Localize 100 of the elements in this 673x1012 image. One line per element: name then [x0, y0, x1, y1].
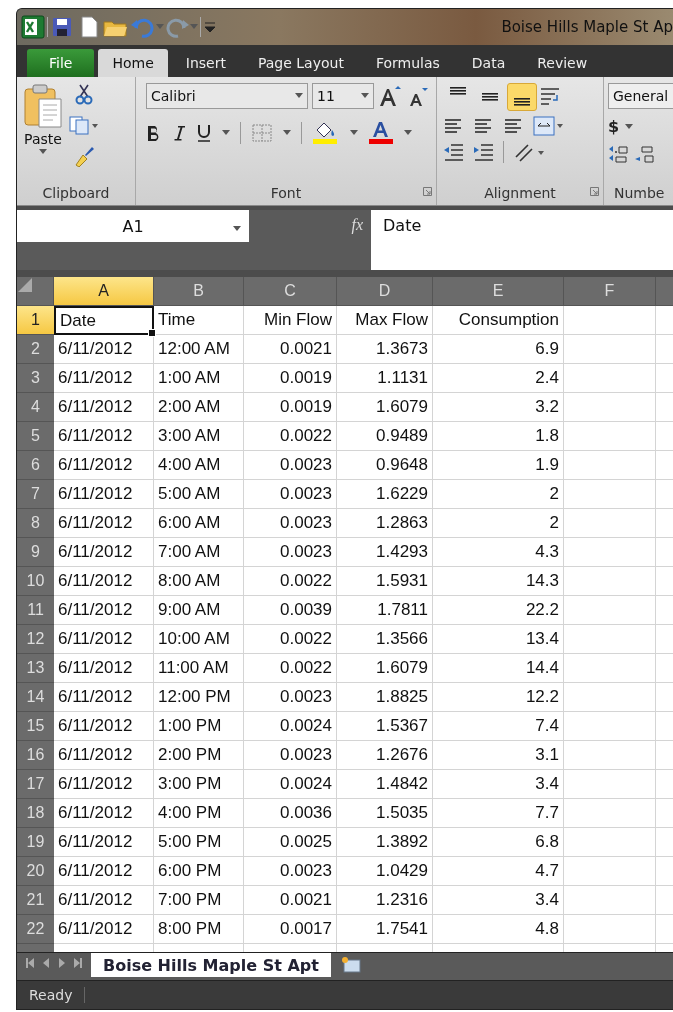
empty-cell[interactable]	[564, 712, 656, 741]
table-cell[interactable]: 5:00 AM	[154, 480, 244, 509]
brush-icon[interactable]	[73, 145, 95, 167]
caret-icon[interactable]	[39, 149, 47, 155]
caret-icon[interactable]	[222, 130, 230, 136]
insert-function-button[interactable]: fx	[351, 216, 363, 234]
table-cell[interactable]: 6/11/2012	[54, 538, 154, 567]
table-cell[interactable]: 4.7	[433, 857, 564, 886]
first-sheet-icon[interactable]	[25, 957, 35, 969]
scissors-icon[interactable]	[74, 83, 94, 105]
table-cell[interactable]: 6/11/2012	[54, 683, 154, 712]
row-header[interactable]: 4	[17, 393, 54, 422]
table-cell[interactable]: 6/11/2012	[54, 712, 154, 741]
underline-icon[interactable]	[196, 123, 212, 143]
empty-cell[interactable]	[564, 770, 656, 799]
table-cell[interactable]: 0.0023	[244, 538, 337, 567]
row-header[interactable]: 10	[17, 567, 54, 596]
table-cell[interactable]: 6:00 AM	[154, 509, 244, 538]
column-header[interactable]	[656, 277, 673, 306]
table-cell[interactable]: 0.0023	[244, 509, 337, 538]
app-logo-icon[interactable]	[21, 15, 45, 39]
table-cell[interactable]: 0.0022	[244, 567, 337, 596]
empty-cell[interactable]	[564, 625, 656, 654]
table-cell[interactable]: 1.0429	[337, 857, 433, 886]
align-center-icon[interactable]	[473, 117, 493, 135]
table-cell[interactable]: 6/11/2012	[54, 799, 154, 828]
font-size-field[interactable]: 11	[312, 83, 374, 109]
dropdown-caret-icon[interactable]	[156, 24, 164, 30]
table-cell[interactable]: 0.0023	[244, 480, 337, 509]
empty-cell[interactable]	[564, 451, 656, 480]
table-cell[interactable]: 14.4	[433, 654, 564, 683]
row-header[interactable]: 6	[17, 451, 54, 480]
ribbon-tab[interactable]: Formulas	[361, 49, 454, 77]
font-color-icon[interactable]	[368, 121, 394, 145]
ribbon-tab[interactable]: File	[27, 49, 95, 77]
table-cell[interactable]: 6/11/2012	[54, 567, 154, 596]
table-cell[interactable]: 8:00 PM	[154, 915, 244, 944]
table-cell[interactable]: 6/11/2012	[54, 451, 154, 480]
table-cell[interactable]: 4.3	[433, 538, 564, 567]
empty-cell[interactable]	[564, 654, 656, 683]
table-cell[interactable]: 0.0025	[244, 828, 337, 857]
table-cell[interactable]: 0.9648	[337, 451, 433, 480]
align-button[interactable]	[507, 83, 537, 111]
table-cell[interactable]: 0.9489	[337, 422, 433, 451]
empty-cell[interactable]	[564, 509, 656, 538]
row-header[interactable]: 2	[17, 335, 54, 364]
table-cell[interactable]: 1:00 AM	[154, 364, 244, 393]
ribbon-tab[interactable]: Data	[457, 49, 520, 77]
table-cell[interactable]: 1.5367	[337, 712, 433, 741]
table-cell[interactable]: 1.2316	[337, 886, 433, 915]
table-cell[interactable]: 2:00 PM	[154, 741, 244, 770]
table-cell[interactable]: 1.3566	[337, 625, 433, 654]
table-cell[interactable]: 2	[433, 480, 564, 509]
table-cell[interactable]: 0.0024	[244, 770, 337, 799]
table-cell[interactable]: 7:00 PM	[154, 886, 244, 915]
table-cell[interactable]: 2:00 AM	[154, 393, 244, 422]
table-cell[interactable]: 0.0036	[244, 799, 337, 828]
row-header[interactable]: 3	[17, 364, 54, 393]
table-cell[interactable]: 3.1	[433, 741, 564, 770]
empty-cell[interactable]	[564, 538, 656, 567]
empty-cell[interactable]	[564, 335, 656, 364]
table-cell[interactable]: 6:00 PM	[154, 857, 244, 886]
empty-cell[interactable]	[564, 596, 656, 625]
table-cell[interactable]: 9:00 AM	[154, 596, 244, 625]
row-header[interactable]: 22	[17, 915, 54, 944]
paste-button[interactable]: Paste	[23, 83, 63, 181]
ribbon-tab[interactable]: Page Layout	[243, 49, 358, 77]
table-cell[interactable]: 1.6079	[337, 393, 433, 422]
column-header[interactable]: A	[54, 277, 154, 306]
increase-indent-icon[interactable]	[473, 142, 495, 162]
fill-handle[interactable]	[148, 329, 156, 337]
row-header[interactable]: 15	[17, 712, 54, 741]
table-cell[interactable]: 12:00 PM	[154, 683, 244, 712]
table-cell[interactable]: Min Flow	[244, 306, 337, 335]
caret-icon[interactable]	[233, 225, 241, 232]
row-header[interactable]: 8	[17, 509, 54, 538]
number-format-field[interactable]: General	[608, 83, 673, 109]
table-cell[interactable]: Time	[154, 306, 244, 335]
empty-cell[interactable]	[564, 828, 656, 857]
name-box[interactable]: A1	[17, 210, 249, 242]
table-cell[interactable]: 1.5035	[337, 799, 433, 828]
table-cell[interactable]: 4:00 PM	[154, 799, 244, 828]
table-cell[interactable]: 6/11/2012	[54, 625, 154, 654]
caret-icon[interactable]	[350, 130, 358, 136]
select-all-corner[interactable]	[17, 277, 54, 306]
empty-cell[interactable]	[564, 364, 656, 393]
table-cell[interactable]: 6/11/2012	[54, 857, 154, 886]
table-cell[interactable]: 12.2	[433, 683, 564, 712]
table-cell[interactable]: 3.2	[433, 393, 564, 422]
table-cell[interactable]: 0.0021	[244, 886, 337, 915]
italic-icon[interactable]	[172, 124, 186, 142]
table-cell[interactable]: 6.8	[433, 828, 564, 857]
table-cell[interactable]: 5:00 PM	[154, 828, 244, 857]
table-cell[interactable]: 6/11/2012	[54, 422, 154, 451]
table-cell[interactable]: 6/11/2012	[54, 364, 154, 393]
table-cell[interactable]: 0.0019	[244, 364, 337, 393]
table-cell[interactable]: 6/11/2012	[54, 770, 154, 799]
table-cell[interactable]: Consumption	[433, 306, 564, 335]
table-cell[interactable]: 1.2676	[337, 741, 433, 770]
column-header[interactable]: F	[564, 277, 656, 306]
